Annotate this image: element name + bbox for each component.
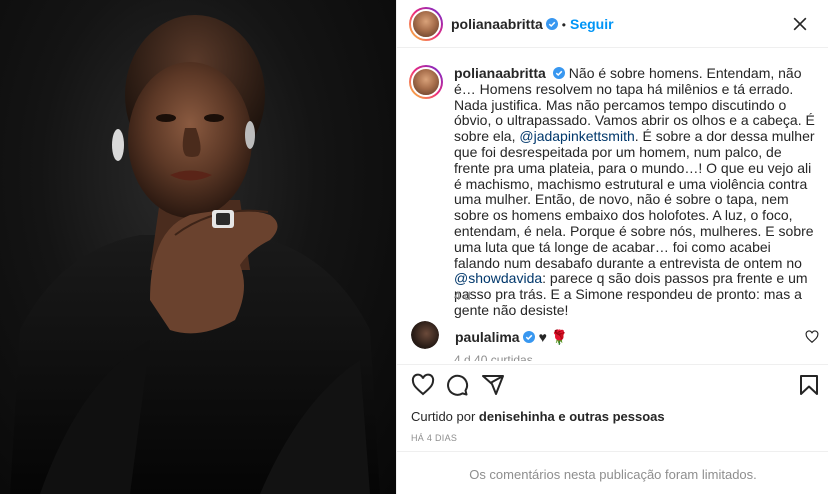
verified-icon [552,67,565,79]
comment-content: paulalima ♥ 🌹 [455,329,568,346]
verified-icon [545,18,558,30]
author-username[interactable]: polianaabritta [451,16,543,32]
heart-icon[interactable] [411,373,435,397]
comments-limited-text: Os comentários nesta publicação foram li… [469,467,757,482]
bookmark-icon[interactable] [797,373,821,397]
caption-avatar[interactable] [409,65,443,99]
likes-prefix: Curtido por [411,409,479,424]
share-icon[interactable] [481,373,505,397]
comment-avatar[interactable] [411,321,439,349]
rose-emoji: 🌹 [550,329,569,345]
caption-username[interactable]: polianaabritta [454,65,546,81]
post-caption: polianaabritta Não é sobre homens. Entend… [454,65,818,319]
comment-icon[interactable] [445,373,469,397]
header-author: polianaabritta • Seguir [451,16,614,34]
caption-timestamp[interactable]: 4 d [454,289,471,303]
post-photo [10,15,380,494]
comment-meta-partial: 4 d 40 curtidas [454,353,533,361]
likes-summary[interactable]: Curtido por denisehinha e outras pessoas [411,409,665,424]
caption-text-2: . É sobre a dor dessa mulher que foi des… [454,128,815,271]
mention-jadapinkettsmith[interactable]: @jadapinkettsmith [519,128,634,144]
comment-text: ♥ [538,329,547,345]
post-panel: polianaabritta • Seguir polianaabritta Não … [396,0,828,494]
post-image[interactable] [0,0,396,494]
post-header: polianaabritta • Seguir [397,0,828,48]
follow-button[interactable]: Seguir [570,16,614,32]
verified-icon [522,331,535,343]
separator-dot: • [561,18,566,32]
author-avatar[interactable] [409,7,443,41]
close-icon[interactable] [789,14,811,34]
caption-section: polianaabritta Não é sobre homens. Entend… [397,49,828,365]
comment-like-icon[interactable] [805,330,819,344]
mention-showdavida[interactable]: @showdavida [454,270,542,286]
likes-user[interactable]: denisehinha [479,409,555,424]
comment-row: paulalima ♥ 🌹 [397,317,828,357]
post-date[interactable]: HÁ 4 DIAS [411,433,457,443]
action-bar: Curtido por denisehinha e outras pessoas… [397,364,828,494]
comment-username[interactable]: paulalima [455,329,520,345]
likes-suffix[interactable]: e outras pessoas [555,409,664,424]
comments-limited-footer: Os comentários nesta publicação foram li… [397,451,828,494]
